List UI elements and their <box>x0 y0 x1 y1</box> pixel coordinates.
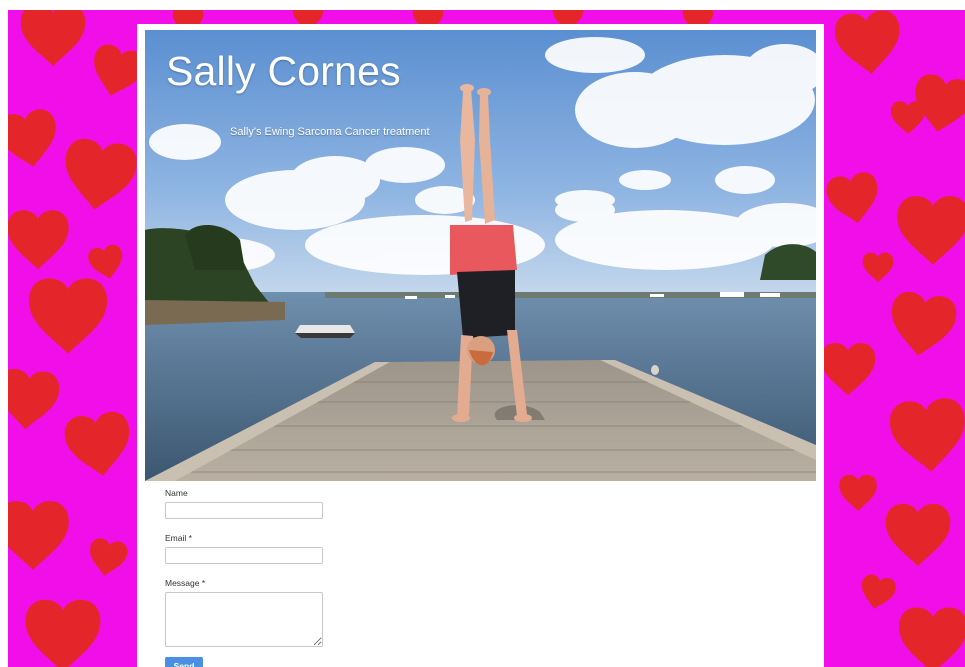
email-label: Email * <box>165 533 192 543</box>
site-tagline: Sally's Ewing Sarcoma Cancer treatment <box>230 126 430 138</box>
contact-form: Name Email * Message * Send <box>165 488 465 667</box>
handstand-on-jetty-photo-icon <box>145 30 816 481</box>
site-title: Sally Cornes <box>166 48 401 94</box>
email-field[interactable] <box>165 547 323 564</box>
page-card: Sally Cornes Sally's Ewing Sarcoma Cance… <box>137 24 824 667</box>
message-label: Message * <box>165 578 206 588</box>
send-button[interactable]: Send <box>165 657 203 667</box>
name-field[interactable] <box>165 502 323 519</box>
name-label: Name <box>165 488 188 498</box>
hero-image: Sally Cornes Sally's Ewing Sarcoma Cance… <box>145 30 816 481</box>
message-field[interactable] <box>165 592 323 647</box>
